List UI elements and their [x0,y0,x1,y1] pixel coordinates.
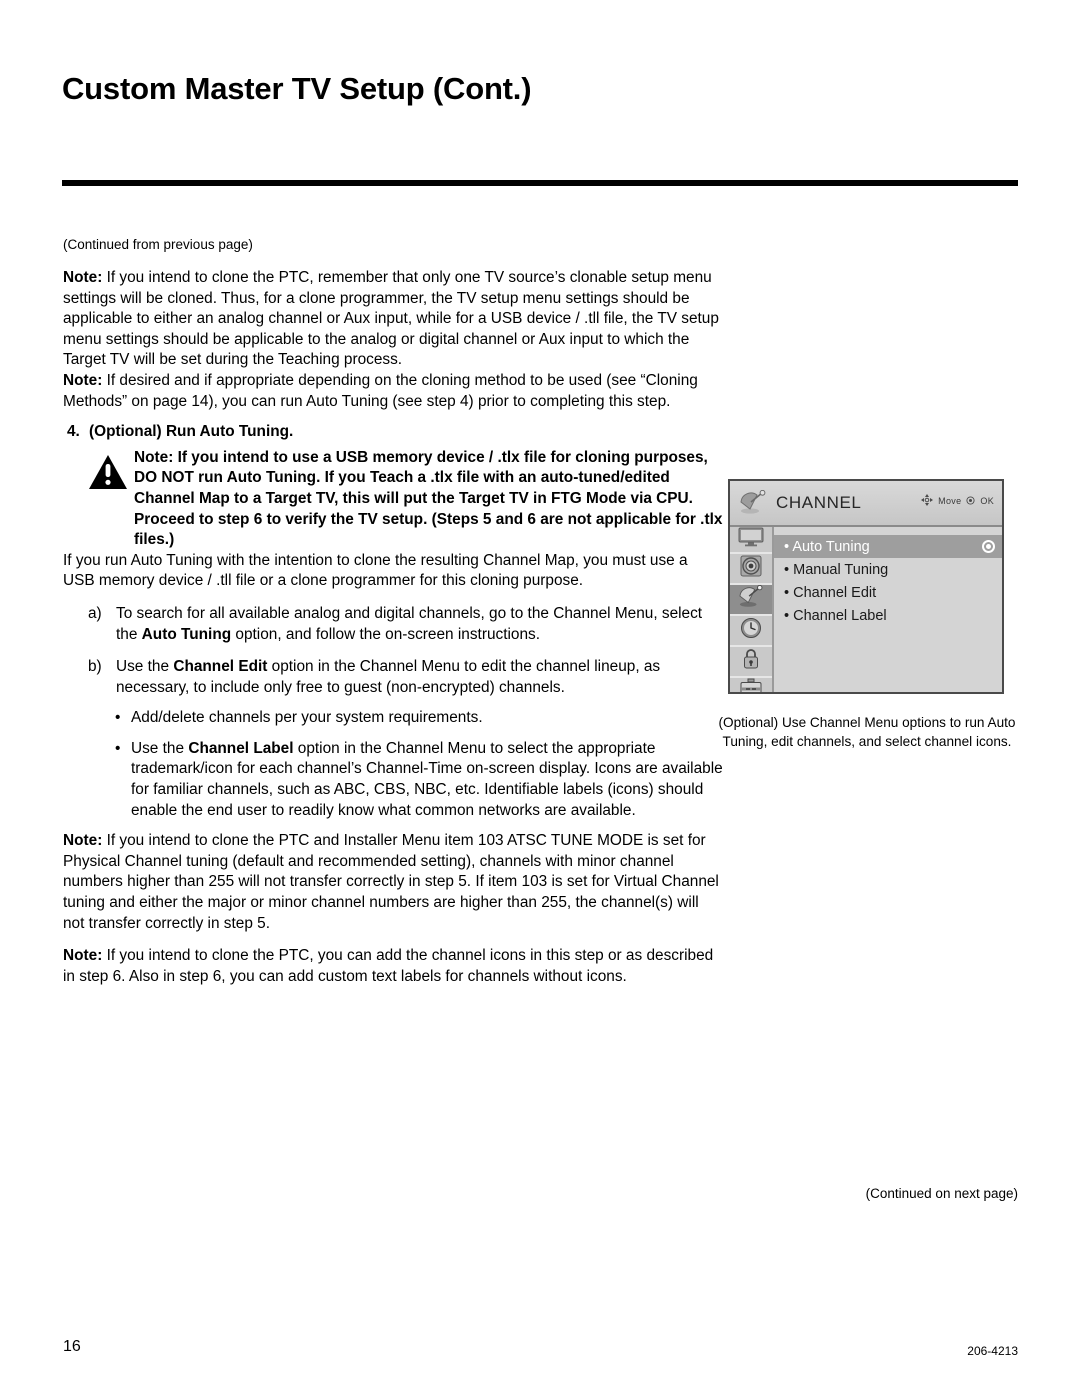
osd-hints: Move OK [921,494,994,508]
note-paragraph-1: Note: If you intend to clone the PTC, re… [63,268,723,371]
osd-rail-item-channel[interactable] [730,584,772,616]
lock-icon [741,647,761,676]
note-body: If you intend to clone the PTC, remember… [63,269,719,369]
bullet-dot-icon: • [115,739,121,757]
bullet-dot-icon: • [784,561,790,578]
bullet-dot-icon: • [784,607,790,624]
page-number: 16 [63,1338,81,1355]
step-title: (Optional) Run Auto Tuning. [89,423,294,441]
label-text: Channel Label [793,607,887,624]
label-text: Manual Tuning [793,561,889,578]
bullet-dot-icon: • [115,709,121,727]
clock-icon [739,616,763,645]
list-item-a: a) To search for all available analog an… [88,604,723,645]
continued-from-label: (Continued from previous page) [63,237,253,252]
note-label: Note: [63,269,103,286]
list-item-b: b) Use the Channel Edit option in the Ch… [88,657,723,698]
radio-selected-icon [982,540,995,553]
step-4-heading: 4. (Optional) Run Auto Tuning. [67,422,723,443]
document-code: 206-4213 [967,1344,1018,1358]
auto-tuning-paragraph: If you run Auto Tuning with the intentio… [63,551,688,590]
osd-body: • Auto Tuning • Manual Tuning • Channel … [730,527,1002,692]
osd-menu-item-label: • Auto Tuning [784,539,982,555]
ok-button-icon [966,495,975,507]
label-text: Channel Edit [793,584,877,601]
bullet-item-1: • Add/delete channels per your system re… [115,708,723,729]
osd-rail-item-time[interactable] [730,616,772,647]
osd-rail-item-picture[interactable] [730,527,772,554]
bullet-item-2: • Use the Channel Label option in the Ch… [115,739,723,821]
warning-text: Note: If you intend to use a USB memory … [134,448,723,549]
bullet-item-2-text: Use the Channel Label option in the Chan… [131,739,723,821]
warning-triangle-icon [88,448,134,495]
note-paragraph-4: Note: If you intend to clone the PTC, yo… [63,946,723,987]
note-paragraph-3: Note: If you intend to clone the PTC and… [63,831,723,934]
label-text: Auto Tuning [792,538,870,555]
emphasis-channel-edit: Channel Edit [173,658,268,676]
satellite-dish-icon [730,490,776,516]
note-body: If desired and if appropriate depending … [63,371,698,410]
emphasis-channel-label: Channel Label [188,739,294,757]
warning-block: Note: If you intend to use a USB memory … [88,448,723,551]
list-item-a-text: To search for all available analog and d… [116,604,723,645]
toolbox-icon [739,678,763,692]
osd-rail-item-lock[interactable] [730,647,772,678]
bullet-dot-icon: • [784,538,790,555]
text-part: Use the [131,739,189,757]
osd-header: CHANNEL Move OK [730,481,1002,527]
osd-menu-item-label: • Manual Tuning [784,562,995,578]
list-marker: a) [88,604,102,622]
emphasis-auto-tuning: Auto Tuning [141,625,232,643]
osd-menu-item-channel-edit[interactable]: • Channel Edit [774,581,1002,604]
document-page: Custom Master TV Setup (Cont.) (Continue… [0,0,1080,1397]
continued-next-label: (Continued on next page) [865,1186,1018,1201]
bullet-list: • Add/delete channels per your system re… [115,708,723,821]
osd-menu-item-auto-tuning[interactable]: • Auto Tuning [774,535,1002,558]
osd-title: CHANNEL [776,493,862,512]
note-label: Note: [63,371,103,389]
text-part: option, and follow the on-screen instruc… [231,625,540,643]
step-number: 4. [67,423,80,441]
osd-menu-item-manual-tuning[interactable]: • Manual Tuning [774,558,1002,581]
bullet-item-1-text: Add/delete channels per your system requ… [131,709,483,727]
note-body: If you intend to clone the PTC and Insta… [63,832,719,932]
list-item-b-text: Use the Channel Edit option in the Chann… [116,657,723,698]
osd-hint-ok-label: OK [980,496,994,506]
note-body: If you intend to clone the PTC, you can … [63,947,714,985]
text-part: Use the [116,658,174,676]
tv-osd-screenshot: CHANNEL Move OK • Auto Tuning • Manual T… [728,479,1004,694]
osd-menu-item-channel-label[interactable]: • Channel Label [774,604,1002,627]
osd-menu-list: • Auto Tuning • Manual Tuning • Channel … [774,527,1002,692]
list-marker: b) [88,658,102,676]
osd-figure-caption: (Optional) Use Channel Menu options to r… [718,715,1016,749]
note-label: Note: [63,947,103,965]
main-content-column: Note: If you intend to clone the PTC, re… [63,268,723,987]
note-label: Note: [63,832,103,850]
tv-monitor-icon [738,527,764,552]
osd-hint-move-label: Move [938,496,962,506]
osd-rail-item-audio[interactable] [730,554,772,585]
dpad-move-icon [921,494,934,508]
page-title: Custom Master TV Setup (Cont.) [62,70,532,106]
speaker-icon [739,554,763,583]
title-divider [62,180,1018,186]
bullet-dot-icon: • [784,584,790,601]
osd-menu-item-label: • Channel Label [784,608,995,624]
osd-rail-item-setup[interactable] [730,678,772,692]
osd-menu-item-label: • Channel Edit [784,585,995,601]
osd-category-rail [730,527,774,692]
note-paragraph-2: Note: If desired and if appropriate depe… [63,371,723,412]
satellite-dish-icon [737,584,765,614]
